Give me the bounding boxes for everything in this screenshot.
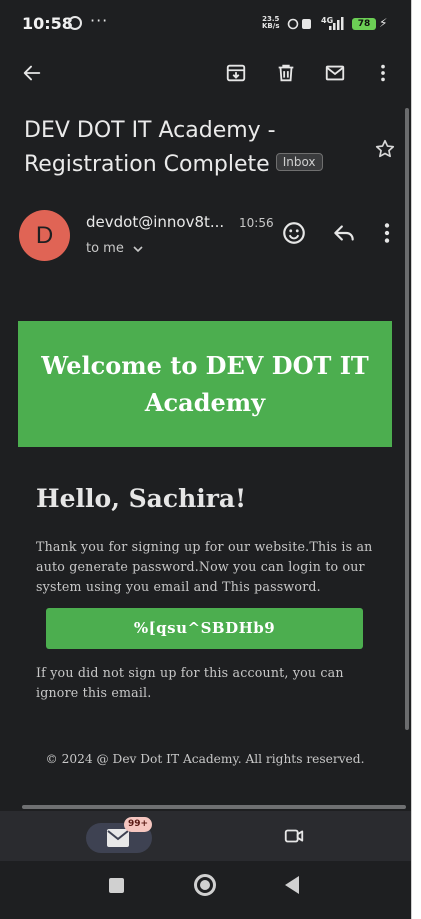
more-notifications-icon: ··· (90, 11, 109, 30)
welcome-banner: Welcome to DEV DOT IT Academy (18, 321, 392, 447)
unread-badge: 99+ (124, 817, 153, 832)
delete-icon[interactable] (273, 60, 299, 86)
back-button[interactable] (285, 876, 299, 894)
more-vert-icon[interactable] (370, 60, 396, 86)
back-arrow-icon[interactable] (19, 60, 45, 86)
bottom-nav: 99+ (0, 811, 411, 861)
recipient-toggle[interactable]: to me (86, 241, 144, 256)
chevron-down-icon (133, 245, 143, 252)
battery-icon: 78 (352, 18, 376, 30)
network-speed: 23.5 KB/s (262, 16, 279, 30)
email-footer: © 2024 @ Dev Dot IT Academy. All rights … (45, 752, 365, 766)
status-bar: 10:58 ··· 23.5 KB/s 4G 78 ⚡ (0, 0, 411, 50)
emoji-icon[interactable] (281, 220, 307, 246)
home-button[interactable] (194, 874, 216, 896)
subject-text: DEV DOT IT Academy - Registration Comple… (24, 118, 276, 177)
archive-icon[interactable] (223, 60, 249, 86)
recents-button[interactable] (109, 878, 124, 893)
message-more-icon[interactable] (374, 220, 400, 246)
system-nav-bar (0, 861, 411, 919)
sent-time: 10:56 (239, 216, 274, 230)
mail-icon (107, 829, 129, 847)
reply-icon[interactable] (331, 220, 357, 246)
email-subject: DEV DOT IT Academy - Registration Comple… (24, 114, 364, 182)
intro-paragraph: Thank you for signing up for our website… (36, 539, 373, 594)
ignore-note: If you did not sign up for this account,… (36, 665, 344, 700)
star-icon[interactable] (374, 138, 396, 160)
whatsapp-icon (68, 16, 82, 30)
signal-icon (287, 17, 344, 30)
greeting: Hello, Sachira! (36, 484, 247, 513)
password-box[interactable]: %[qsu^SBDHb9 (46, 608, 363, 649)
meet-tab-video-icon[interactable] (283, 825, 305, 847)
charging-icon: ⚡ (379, 16, 388, 30)
recipient-label: to me (86, 241, 124, 256)
horizontal-scrollbar[interactable] (22, 805, 406, 809)
signal-icons (287, 17, 347, 34)
banner-title: Welcome to DEV DOT IT Academy (41, 351, 369, 417)
inbox-label-chip[interactable]: Inbox (275, 153, 323, 171)
status-time: 10:58 (22, 14, 73, 33)
network-type: 4G (321, 16, 334, 25)
mark-unread-icon[interactable] (322, 60, 348, 86)
vertical-scrollbar[interactable] (405, 108, 409, 730)
sender-avatar[interactable]: D (19, 210, 70, 261)
gmail-screen: 10:58 ··· 23.5 KB/s 4G 78 ⚡ DEV DOT IT A… (0, 0, 412, 919)
sender-address[interactable]: devdot@innov8t... (86, 213, 224, 231)
network-speed-unit: KB/s (262, 22, 280, 30)
